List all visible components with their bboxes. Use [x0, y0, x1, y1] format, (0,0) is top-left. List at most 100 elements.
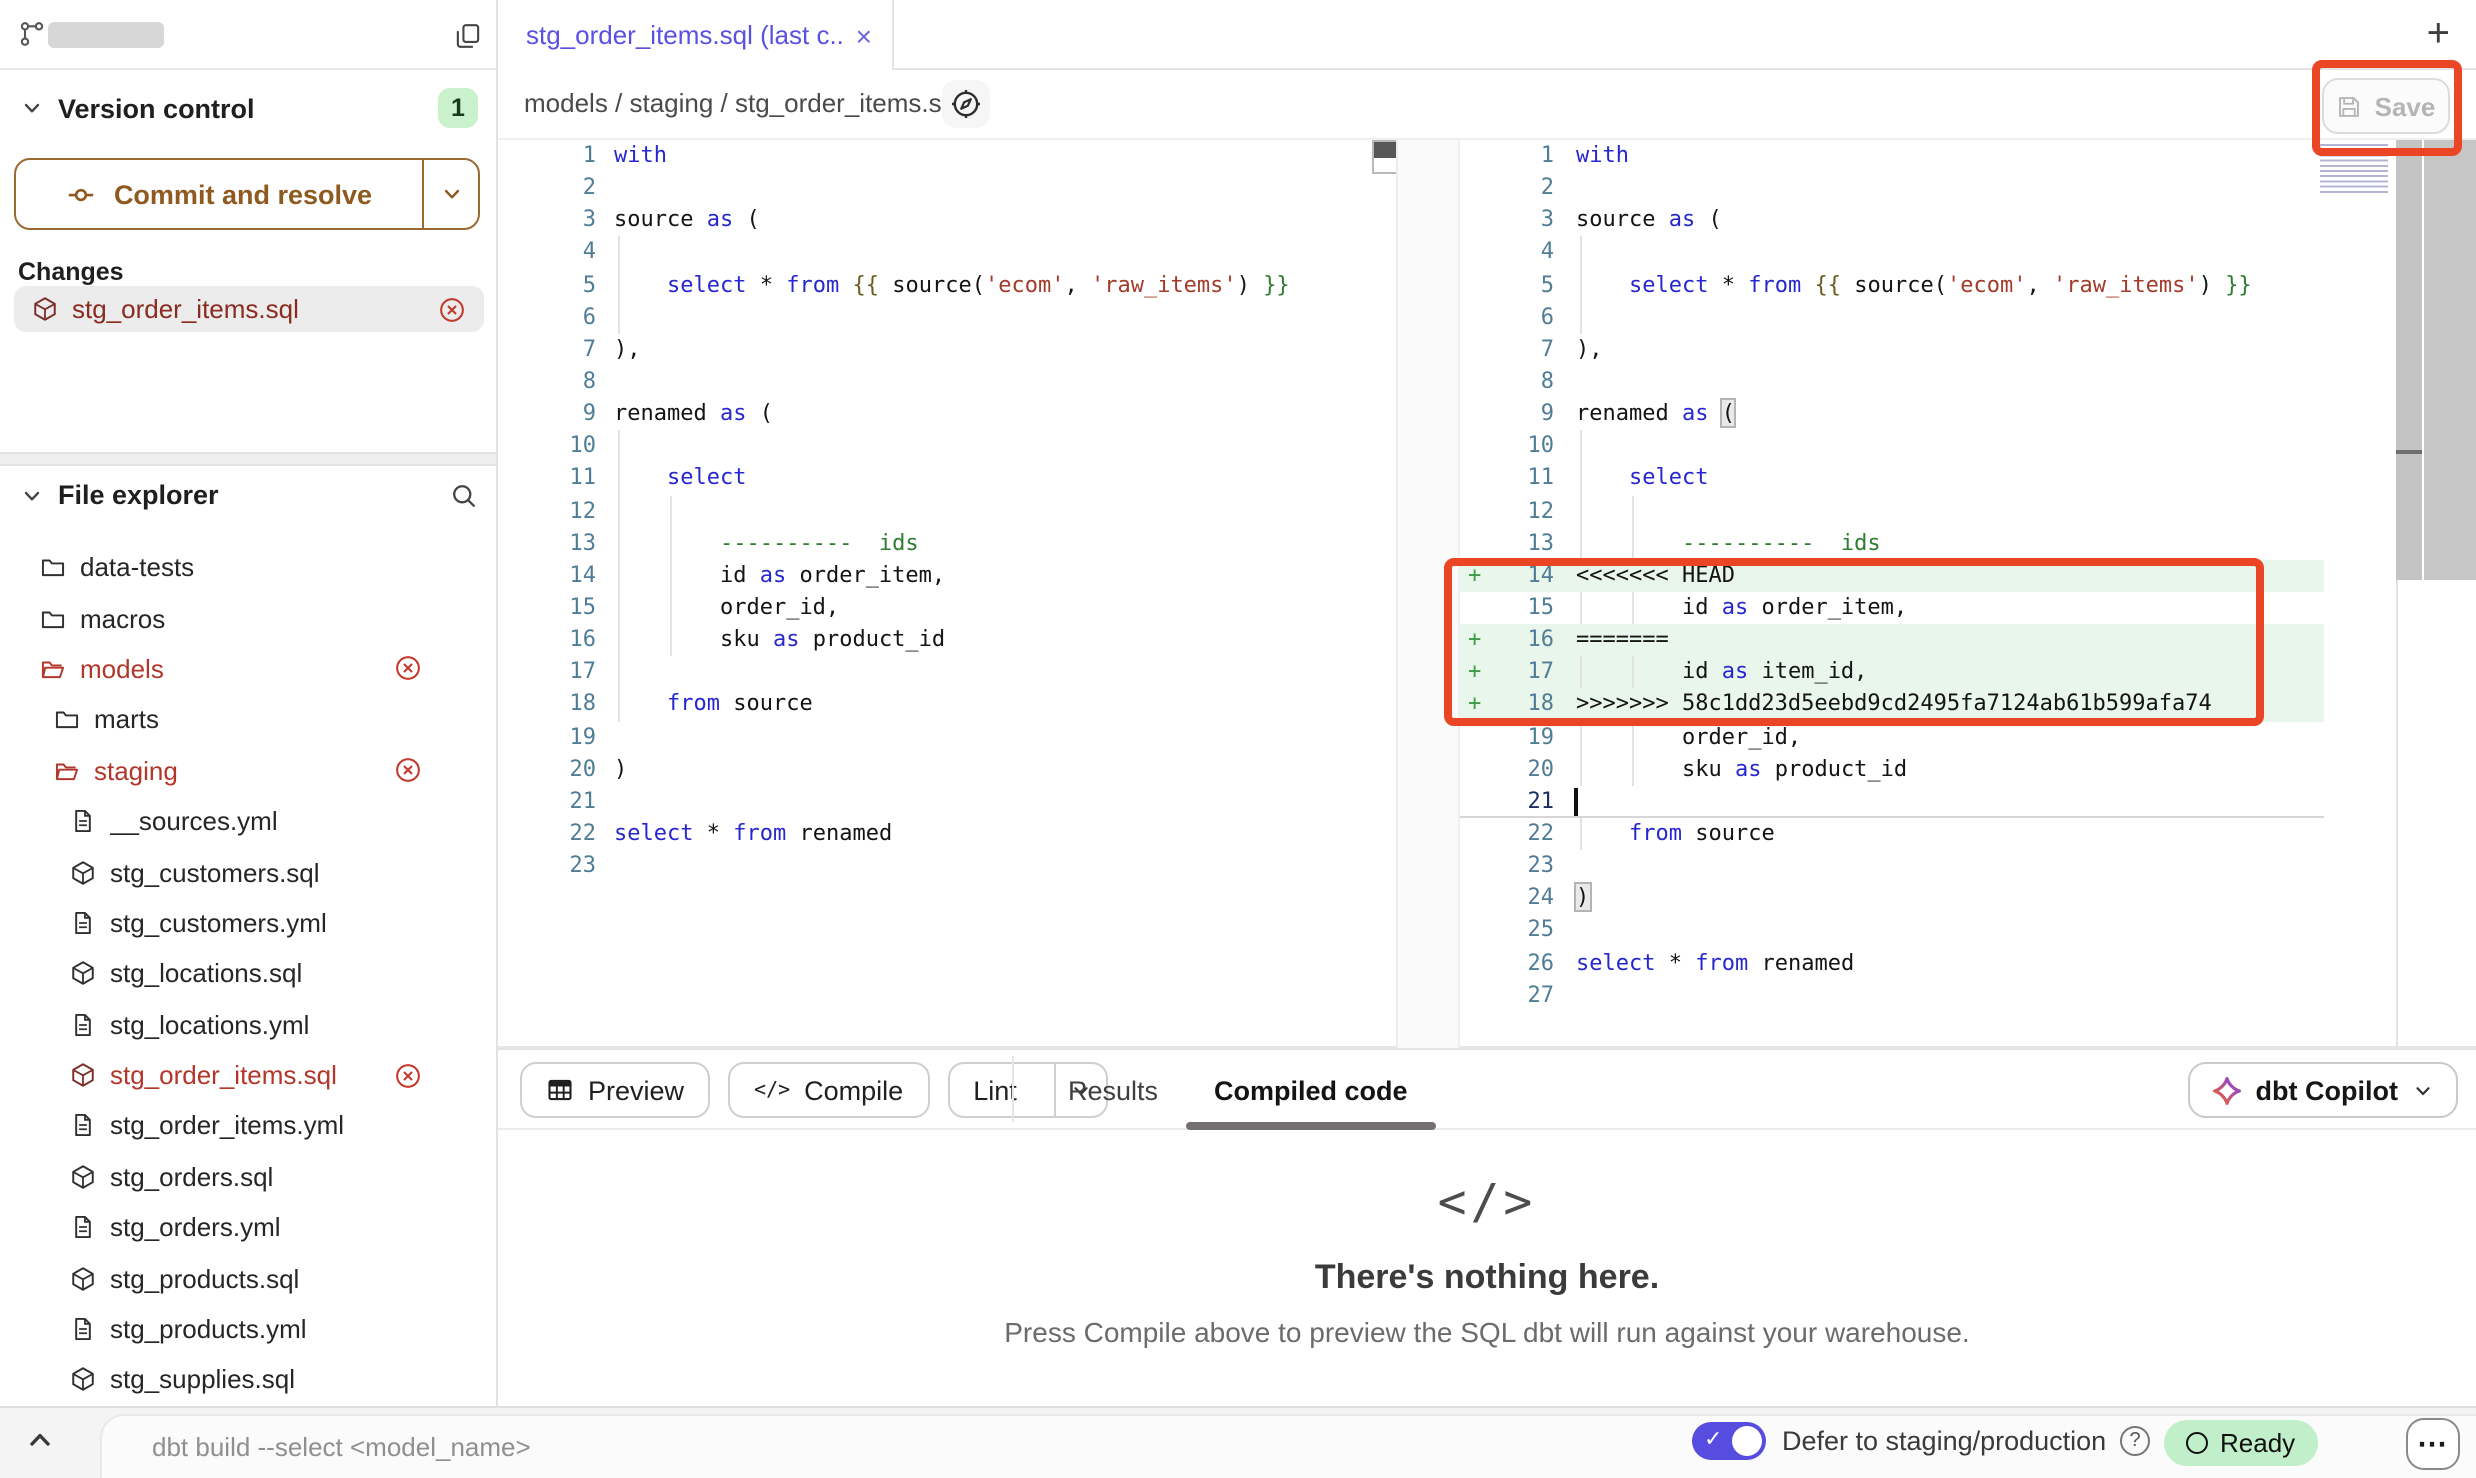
editor-left-pane[interactable]: 1with23source as (45 select * from {{ so…	[500, 140, 1396, 882]
line-number: 11	[500, 463, 596, 495]
file-row-stg_locations.sql[interactable]: stg_locations.sql	[0, 948, 496, 999]
changes-label: Changes	[18, 258, 124, 286]
code-line: 12	[1460, 495, 2324, 527]
compass-icon	[950, 88, 982, 120]
tab-results[interactable]: Results	[1040, 1050, 1186, 1130]
preview-button[interactable]: Preview	[520, 1062, 710, 1118]
dbt-copilot-button[interactable]: dbt Copilot	[2188, 1062, 2458, 1118]
code-line: 27	[1460, 979, 2324, 1011]
line-number: 15	[1460, 592, 1554, 624]
conflict-x-icon[interactable]	[394, 1061, 422, 1089]
commit-button-label: Commit and resolve	[114, 179, 372, 209]
commit-icon	[66, 179, 96, 209]
defer-toggle[interactable]: ✓	[1692, 1422, 1766, 1460]
line-number: 3	[500, 205, 596, 237]
new-tab-button[interactable]: +	[2427, 12, 2450, 56]
folder-icon	[40, 605, 66, 631]
chevron-down-icon	[2412, 1079, 2434, 1101]
tab-compiled-code[interactable]: Compiled code	[1186, 1050, 1436, 1130]
sidebar-separator	[0, 452, 496, 466]
code-line: 4	[500, 237, 1396, 269]
line-number: 8	[500, 366, 596, 398]
file-row-stg_customers.sql[interactable]: stg_customers.sql	[0, 847, 496, 898]
commit-and-resolve-button[interactable]: Commit and resolve	[14, 158, 480, 230]
commit-options-caret[interactable]	[424, 160, 478, 228]
file-row-macros[interactable]: macros	[0, 593, 496, 644]
code-line: 16 sku as product_id	[500, 624, 1396, 656]
line-number: 22	[500, 818, 596, 850]
file-row-marts[interactable]: marts	[0, 694, 496, 745]
minimap	[2320, 144, 2388, 196]
code-line: 25	[1460, 915, 2324, 947]
file-row-stg_orders.sql[interactable]: stg_orders.sql	[0, 1151, 496, 1202]
file-row-data-tests[interactable]: data-tests	[0, 542, 496, 593]
line-number: 27	[1460, 979, 1554, 1011]
defer-label: Defer to staging/production	[1782, 1426, 2106, 1456]
conflict-x-icon[interactable]	[394, 655, 422, 683]
editor-right-pane[interactable]: 1with23source as (45 select * from {{ so…	[1460, 140, 2396, 1012]
file-tree: data-testsmacrosmodelsmartsstaging__sour…	[0, 542, 496, 1405]
line-number: 15	[500, 592, 596, 624]
editor-tab-bar: stg_order_items.sql (last c... × +	[498, 0, 2476, 70]
file-label: stg_order_items.yml	[110, 1111, 496, 1141]
file-row-stg_orders.yml[interactable]: stg_orders.yml	[0, 1202, 496, 1253]
file-row-stg_products.yml[interactable]: stg_products.yml	[0, 1304, 496, 1355]
lineage-compass-button[interactable]	[942, 80, 990, 128]
check-icon: ✓	[1704, 1426, 1722, 1452]
file-row-stg_supplies.sql[interactable]: stg_supplies.sql	[0, 1355, 496, 1406]
breadcrumb: models / staging / stg_order_items.sql	[524, 88, 962, 118]
file-row-__sources.yml[interactable]: __sources.yml	[0, 796, 496, 847]
line-number: 12	[500, 495, 596, 527]
tab-stg-order-items[interactable]: stg_order_items.sql (last c... ×	[500, 0, 894, 70]
file-row-stg_products.sql[interactable]: stg_products.sql	[0, 1253, 496, 1304]
changed-file-row[interactable]: stg_order_items.sql	[14, 286, 484, 332]
editor-splitter[interactable]	[1396, 140, 1460, 1048]
line-number: 11	[1460, 463, 1554, 495]
file-row-stg_customers.yml[interactable]: stg_customers.yml	[0, 897, 496, 948]
model-cube-icon	[32, 296, 58, 322]
copy-icon[interactable]	[454, 22, 482, 50]
cube-icon	[70, 859, 96, 885]
conflict-x-icon[interactable]	[394, 757, 422, 785]
breadcrumb-row: models / staging / stg_order_items.sql	[498, 70, 2476, 140]
code-line: 2	[1460, 172, 2324, 204]
file-row-stg_order_items.sql[interactable]: stg_order_items.sql	[0, 1050, 496, 1101]
code-line: 20)	[500, 753, 1396, 785]
command-input[interactable]: dbt build --select <model_name>	[152, 1432, 531, 1462]
file-explorer-header[interactable]: File explorer	[20, 480, 478, 510]
code-line: 6	[1460, 301, 2324, 333]
left-editor-scrollbar[interactable]	[1372, 139, 1398, 173]
code-line: 1with	[500, 140, 1396, 172]
code-line: +17 id as item_id,	[1460, 657, 2324, 689]
file-row-staging[interactable]: staging	[0, 745, 496, 796]
more-options-button[interactable]: ⋯	[2406, 1418, 2460, 1470]
search-icon[interactable]	[450, 481, 478, 509]
line-number: 23	[1460, 850, 1554, 882]
commit-and-resolve-main[interactable]: Commit and resolve	[16, 160, 424, 228]
chevron-down-icon	[20, 96, 44, 120]
file-row-models[interactable]: models	[0, 644, 496, 695]
line-number: 5	[500, 269, 596, 301]
chevron-down-icon	[20, 483, 44, 507]
file-label: stg_locations.sql	[110, 959, 496, 989]
line-number: 4	[1460, 237, 1554, 269]
empty-state-title: There's nothing here.	[498, 1258, 2476, 1298]
help-icon[interactable]: ?	[2120, 1426, 2150, 1456]
file-label: stg_locations.yml	[110, 1009, 496, 1039]
status-badge[interactable]: Ready	[2164, 1420, 2317, 1466]
compile-button[interactable]: </> Compile	[728, 1062, 929, 1118]
close-icon[interactable]: ×	[856, 21, 872, 49]
doc-icon	[70, 808, 96, 834]
window-scrollbar[interactable]	[2424, 140, 2476, 580]
right-editor-scrollbar[interactable]	[2396, 140, 2422, 580]
code-line: 6	[500, 301, 1396, 333]
file-row-stg_order_items.yml[interactable]: stg_order_items.yml	[0, 1101, 496, 1152]
version-control-header[interactable]: Version control 1	[20, 88, 478, 128]
expand-caret-icon[interactable]	[24, 1424, 56, 1456]
save-button[interactable]: Save	[2322, 78, 2450, 134]
git-branch-icon	[18, 20, 46, 48]
file-row-stg_locations.yml[interactable]: stg_locations.yml	[0, 999, 496, 1050]
line-number: 24	[1460, 882, 1554, 914]
conflict-x-icon[interactable]	[438, 295, 466, 323]
file-label: stg_customers.sql	[110, 857, 496, 887]
